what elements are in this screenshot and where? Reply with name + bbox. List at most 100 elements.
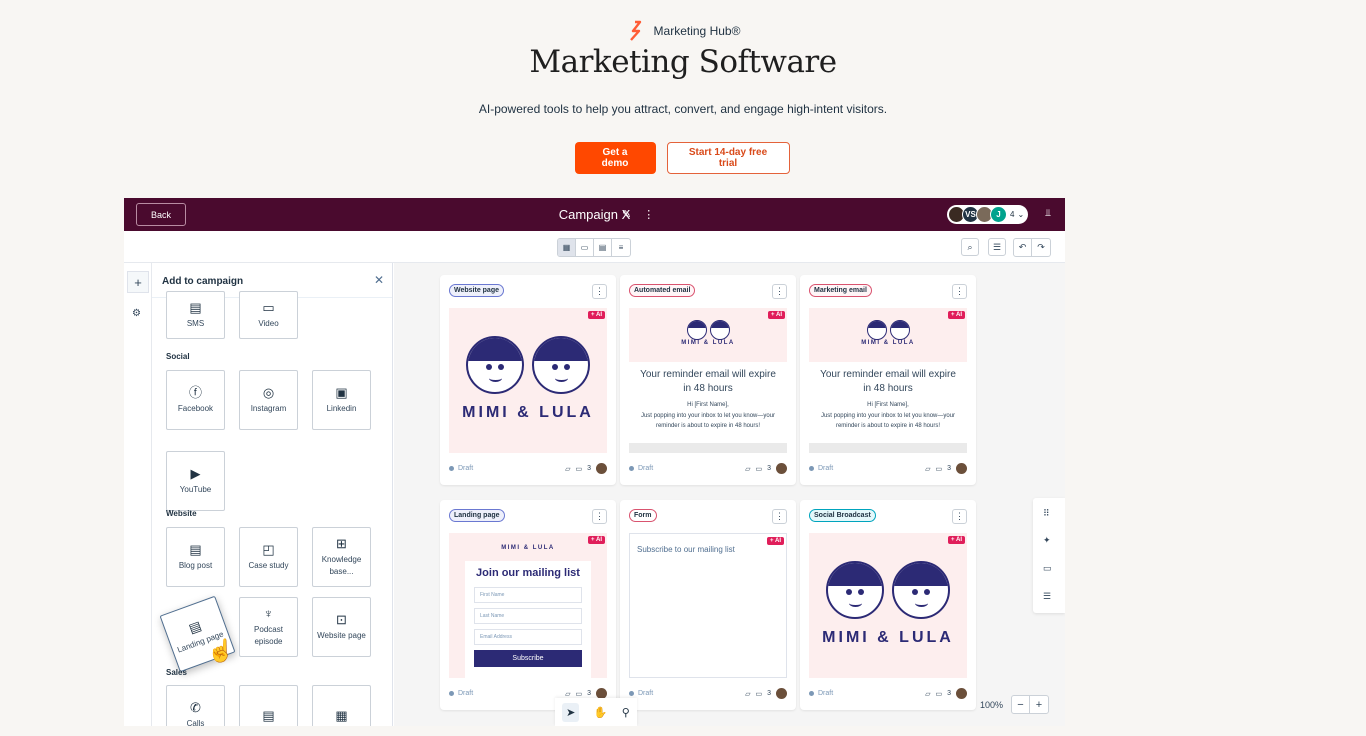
comment-icon[interactable]: ▭ bbox=[575, 690, 582, 698]
note-icon[interactable]: ▱ bbox=[565, 465, 570, 473]
tile-sales-item[interactable]: ▤ bbox=[239, 685, 298, 726]
free-trial-button[interactable]: Start 14-day free trial bbox=[666, 142, 790, 174]
note-icon[interactable]: ▱ bbox=[925, 690, 930, 698]
section-label: Website bbox=[166, 509, 197, 518]
tile-facebook[interactable]: ⓕ Facebook bbox=[166, 370, 225, 430]
status-dot bbox=[629, 691, 634, 696]
tile-sales-item[interactable]: ▦ bbox=[312, 685, 371, 726]
calendar-view-icon[interactable]: ▭ bbox=[576, 239, 594, 256]
page-subtitle: AI-powered tools to help you attract, co… bbox=[478, 102, 888, 116]
sparkle-icon[interactable]: ✦ bbox=[1043, 535, 1051, 546]
asset-card[interactable]: Automated email ⋮ + AI MIMI & LULA Your … bbox=[620, 275, 796, 485]
email-text: Just popping into your inbox to let you … bbox=[640, 413, 776, 430]
tile-podcast[interactable]: ♆ Podcast episode bbox=[239, 597, 298, 657]
undo-icon[interactable]: ↶ bbox=[1014, 239, 1032, 256]
status-text: Draft bbox=[818, 465, 834, 472]
status-dot bbox=[809, 466, 814, 471]
list-view-icon[interactable]: ≡ bbox=[612, 239, 630, 256]
youtube-icon: ▶ bbox=[190, 465, 201, 481]
campaign-topbar: Back Campaign X ✎ ⋮ VS J 4 ⌄ ⫫ bbox=[124, 198, 1065, 231]
status-text: Draft bbox=[458, 465, 474, 472]
get-demo-button[interactable]: Get a demo bbox=[574, 142, 656, 174]
comment-icon[interactable]: ▭ bbox=[575, 465, 582, 473]
asset-card[interactable]: Landing page ⋮ + AI MIMI & LULA Join our… bbox=[440, 500, 616, 710]
status-dot bbox=[629, 466, 634, 471]
hand-icon[interactable]: ✋ bbox=[594, 706, 608, 719]
tile-knowledge-base[interactable]: ⊞ Knowledge base... bbox=[312, 527, 371, 587]
avatar: J bbox=[990, 206, 1007, 223]
email-text: Just popping into your inbox to let you … bbox=[820, 413, 956, 430]
more-vertical-icon[interactable]: ⋮ bbox=[952, 509, 967, 524]
drag-handle-icon[interactable]: ⠿ bbox=[1043, 508, 1050, 519]
tile-sms[interactable]: ▤ SMS bbox=[166, 291, 225, 339]
ai-badge[interactable]: + AI bbox=[588, 311, 605, 319]
meeting-icon: ▦ bbox=[335, 707, 348, 723]
comment-icon[interactable]: ▭ bbox=[935, 465, 942, 473]
form-title: Join our mailing list bbox=[476, 567, 580, 579]
filter-icon[interactable]: ☰ bbox=[988, 238, 1006, 256]
connect-icon[interactable]: ⚲ bbox=[622, 706, 630, 719]
asset-preview: + AI Subscribe to our mailing list bbox=[629, 533, 787, 678]
comment-icon[interactable]: ▭ bbox=[755, 690, 762, 698]
tile-instagram[interactable]: ◎ Instagram bbox=[239, 370, 298, 430]
owner-avatar bbox=[956, 463, 967, 474]
asset-type-badge: Landing page bbox=[449, 509, 505, 522]
tile-blog-post[interactable]: ▤ Blog post bbox=[166, 527, 225, 587]
collaborators[interactable]: VS J 4 ⌄ bbox=[947, 205, 1029, 224]
ai-badge[interactable]: + AI bbox=[588, 536, 605, 544]
tile-website-page[interactable]: ⊡ Website page bbox=[312, 597, 371, 657]
pointer-icon[interactable]: ➤ bbox=[562, 702, 580, 722]
comment-icon[interactable]: ▭ bbox=[1043, 563, 1052, 574]
section-label: Social bbox=[166, 352, 190, 361]
analytics-icon[interactable]: ⫫ bbox=[1045, 208, 1051, 219]
comment-icon[interactable]: ▭ bbox=[935, 690, 942, 698]
tile-case-study[interactable]: ◰ Case study bbox=[239, 527, 298, 587]
more-vertical-icon[interactable]: ⋮ bbox=[592, 284, 607, 299]
more-vertical-icon[interactable]: ⋮ bbox=[592, 509, 607, 524]
asset-card[interactable]: Form ⋮ + AI Subscribe to our mailing lis… bbox=[620, 500, 796, 710]
undo-redo: ↶ ↷ bbox=[1013, 238, 1051, 257]
owner-avatar bbox=[776, 688, 787, 699]
brand-wordmark: MIMI & LULA bbox=[822, 629, 954, 646]
tile-linkedin[interactable]: ▣ Linkedin bbox=[312, 370, 371, 430]
board-view-icon[interactable]: ▤ bbox=[594, 239, 612, 256]
asset-type-badge: Website page bbox=[449, 284, 504, 297]
ai-badge[interactable]: + AI bbox=[948, 311, 965, 319]
comment-count: 3 bbox=[947, 465, 951, 472]
asset-type-badge: Form bbox=[629, 509, 657, 522]
search-icon[interactable]: ⌕ bbox=[961, 238, 979, 256]
case-study-icon: ◰ bbox=[262, 541, 275, 557]
comment-icon[interactable]: ▭ bbox=[755, 465, 762, 473]
note-icon[interactable]: ▱ bbox=[565, 690, 570, 698]
ai-badge[interactable]: + AI bbox=[768, 311, 785, 319]
more-vertical-icon[interactable]: ⋮ bbox=[952, 284, 967, 299]
tile-video[interactable]: ▭ Video bbox=[239, 291, 298, 339]
more-vertical-icon[interactable]: ⋮ bbox=[772, 284, 787, 299]
gear-icon[interactable]: ⚙ bbox=[132, 308, 141, 319]
grid-view-icon[interactable]: ▦ bbox=[558, 239, 576, 256]
zoom-out-icon[interactable]: − bbox=[1012, 696, 1030, 713]
note-icon[interactable]: ▱ bbox=[745, 465, 750, 473]
asset-card[interactable]: Marketing email ⋮ + AI MIMI & LULA Your … bbox=[800, 275, 976, 485]
status-dot bbox=[449, 691, 454, 696]
checklist-icon[interactable]: ☰ bbox=[1043, 591, 1051, 602]
asset-card[interactable]: Social Broadcast ⋮ + AI MIMI & LULA Draf… bbox=[800, 500, 976, 710]
more-vertical-icon[interactable]: ⋮ bbox=[643, 208, 654, 221]
comment-count: 3 bbox=[767, 465, 771, 472]
tile-youtube[interactable]: ▶ YouTube bbox=[166, 451, 225, 511]
add-icon[interactable]: + bbox=[127, 271, 149, 293]
comment-count: 3 bbox=[767, 690, 771, 697]
note-icon[interactable]: ▱ bbox=[925, 465, 930, 473]
ai-badge[interactable]: + AI bbox=[948, 536, 965, 544]
more-vertical-icon[interactable]: ⋮ bbox=[772, 509, 787, 524]
brand-wordmark: MIMI & LULA bbox=[681, 340, 735, 346]
asset-card[interactable]: Website page ⋮ + AI MIMI & LULA Draft ▱ ▭… bbox=[440, 275, 616, 485]
tile-calls[interactable]: ✆ Calls bbox=[166, 685, 225, 726]
ai-badge[interactable]: + AI bbox=[767, 537, 784, 545]
zoom-control: 100% − + bbox=[980, 695, 1049, 714]
close-icon[interactable]: ✕ bbox=[374, 273, 384, 287]
redo-icon[interactable]: ↷ bbox=[1032, 239, 1050, 256]
edit-icon[interactable]: ✎ bbox=[622, 208, 631, 221]
note-icon[interactable]: ▱ bbox=[745, 690, 750, 698]
zoom-in-icon[interactable]: + bbox=[1030, 696, 1048, 713]
